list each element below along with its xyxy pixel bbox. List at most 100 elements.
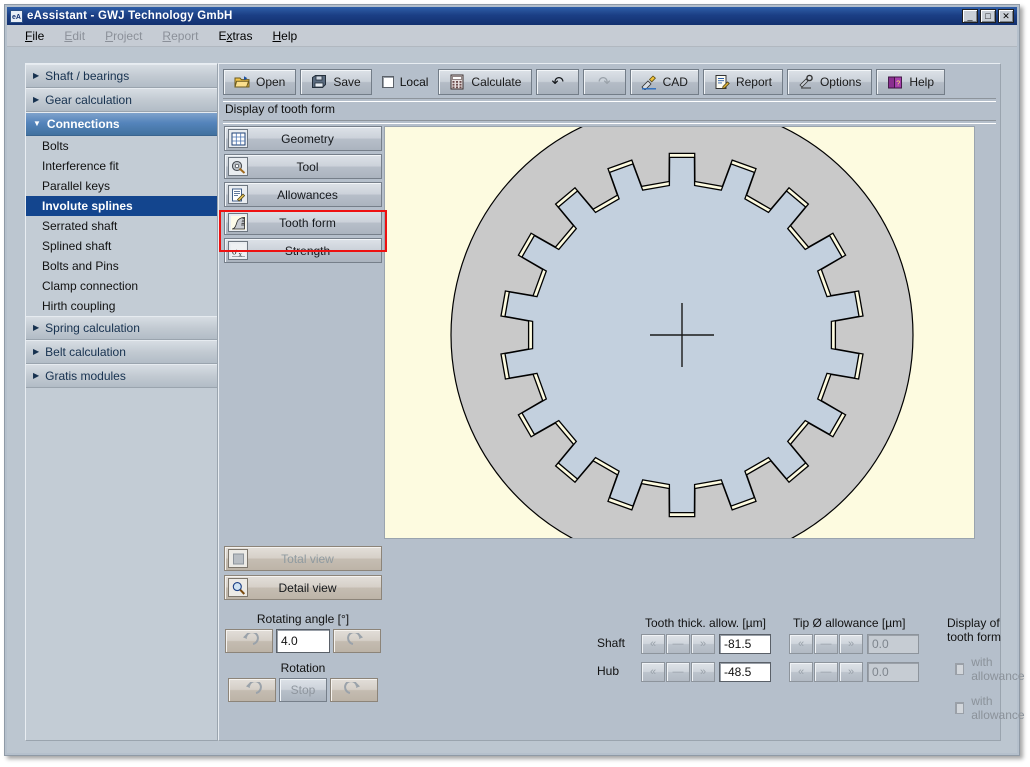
cad-button[interactable]: CAD [630,69,699,95]
spin-prev-button[interactable]: « [789,662,813,682]
sidebar-item-label: Hirth coupling [42,299,115,313]
sidebar-item-involute-splines[interactable]: Involute splines [26,196,217,216]
cad-label: CAD [663,75,688,89]
shaft-tooth-thickness-input[interactable]: -81.5 [719,634,771,654]
rotate-cw-run-button[interactable] [330,678,378,702]
spin-prev-button[interactable]: « [789,634,813,654]
local-checkbox-group[interactable]: Local [376,75,435,89]
sidebar-item-clamp-connection[interactable]: Clamp connection [26,276,217,296]
tab-tool[interactable]: Tool [224,154,382,179]
menu-report[interactable]: Report [162,29,198,43]
sidebar-item-interference-fit[interactable]: Interference fit [26,156,217,176]
hub-tip-diameter-spinner: « — » [789,662,863,682]
svg-text:?: ? [897,80,901,87]
sidebar-item-label: Parallel keys [42,179,110,193]
redo-arrow-icon: ↷ [598,73,611,91]
tab-tooth-form[interactable]: Tooth form [224,210,382,235]
tooth-form-drawing[interactable] [384,126,975,539]
tab-geometry[interactable]: Geometry [224,126,382,151]
toolbar-separator [223,98,996,102]
sidebar-item-label: Serrated shaft [42,219,117,233]
menu-extras[interactable]: Extras [218,29,252,43]
rotate-cw-icon [344,682,364,698]
spin-mid-button[interactable]: — [666,634,690,654]
menu-file[interactable]: File [25,29,44,43]
spin-mid-button[interactable]: — [814,662,838,682]
spin-next-button[interactable]: » [691,634,715,654]
sidebar-item-splined-shaft[interactable]: Splined shaft [26,236,217,256]
rotation-stop-button[interactable]: Stop [279,678,327,702]
open-button[interactable]: Open [223,69,296,95]
with-allowance-shaft-row[interactable]: with allowance [955,655,1027,683]
tab-strength[interactable]: σ x Strength [224,238,382,263]
rotate-cw-step-button[interactable] [333,629,381,653]
window-controls: _ □ ✕ [962,9,1014,23]
save-label: Save [333,75,360,89]
tool-icon [228,157,248,176]
spin-prev-button[interactable]: « [641,634,665,654]
spin-prev-button[interactable]: « [641,662,665,682]
hub-tooth-thickness-input[interactable]: -48.5 [719,662,771,682]
spin-next-button[interactable]: » [691,662,715,682]
folder-open-icon [234,74,250,90]
sidebar-item-bolts-and-pins[interactable]: Bolts and Pins [26,256,217,276]
app-icon: eA [10,10,23,23]
calculate-button[interactable]: Calculate [438,69,532,95]
menu-help[interactable]: Help [272,29,297,43]
pane-title: Display of tooth form [225,102,335,116]
grid-icon [228,129,248,148]
maximize-button[interactable]: □ [980,9,996,23]
undo-button[interactable]: ↶ [536,69,579,95]
redo-button[interactable]: ↷ [583,69,626,95]
save-button[interactable]: Save [300,69,371,95]
sidebar-group-spring-calculation[interactable]: ▶ Spring calculation [26,316,217,340]
chevron-down-icon: ▼ [33,120,41,128]
hub-tooth-thickness-spinner: « — » [641,662,715,682]
with-allowance-hub-row[interactable]: with allowance [955,694,1027,722]
sidebar-item-label: Bolts [42,139,69,153]
sidebar-group-gratis-modules[interactable]: ▶ Gratis modules [26,364,217,388]
open-label: Open [256,75,285,89]
with-allowance-hub-checkbox[interactable] [955,702,964,714]
undo-arrow-icon: ↶ [551,73,564,91]
close-button[interactable]: ✕ [998,9,1014,23]
spin-next-button[interactable]: » [839,634,863,654]
tab-label: Tooth form [250,216,381,230]
hub-tip-diameter-input[interactable]: 0.0 [867,662,919,682]
sidebar-item-bolts[interactable]: Bolts [26,136,217,156]
spin-mid-button[interactable]: — [814,634,838,654]
sidebar-item-label: Clamp connection [42,279,138,293]
tab-allowances[interactable]: Allowances [224,182,382,207]
spin-next-button[interactable]: » [839,662,863,682]
sidebar-item-serrated-shaft[interactable]: Serrated shaft [26,216,217,236]
menu-edit[interactable]: Edit [64,29,85,43]
total-view-button[interactable]: Total view [224,546,382,571]
menu-project[interactable]: Project [105,29,142,43]
sidebar-item-parallel-keys[interactable]: Parallel keys [26,176,217,196]
menu-bar: File Edit Project Report Extras Help [7,25,1017,47]
sidebar-group-shaft-bearings[interactable]: ▶ Shaft / bearings [26,64,217,88]
with-allowance-shaft-checkbox[interactable] [955,663,964,675]
shaft-tip-diameter-input[interactable]: 0.0 [867,634,919,654]
with-allowance-hub-label: with allowance [971,694,1027,722]
local-checkbox[interactable] [382,76,394,88]
report-label: Report [736,75,772,89]
rotate-ccw-run-button[interactable] [228,678,276,702]
spin-mid-button[interactable]: — [666,662,690,682]
report-button[interactable]: Report [703,69,783,95]
sidebar-item-label: Involute splines [42,199,133,213]
sidebar-group-connections[interactable]: ▼ Connections [26,112,217,136]
minimize-button[interactable]: _ [962,9,978,23]
help-button[interactable]: ? Help [876,69,945,95]
toolbar: Open Save Local [221,66,998,98]
sidebar-item-hirth-coupling[interactable]: Hirth coupling [26,296,217,316]
rotating-angle-input[interactable]: 4.0 [276,629,330,653]
detail-view-button[interactable]: Detail view [224,575,382,600]
sidebar-group-label: Connections [47,117,120,131]
row-label-shaft: Shaft [597,636,625,650]
sidebar-group-belt-calculation[interactable]: ▶ Belt calculation [26,340,217,364]
options-button[interactable]: Options [787,69,872,95]
rotate-ccw-step-button[interactable] [225,629,273,653]
sidebar-item-label: Splined shaft [42,239,111,253]
sidebar-group-gear-calculation[interactable]: ▶ Gear calculation [26,88,217,112]
